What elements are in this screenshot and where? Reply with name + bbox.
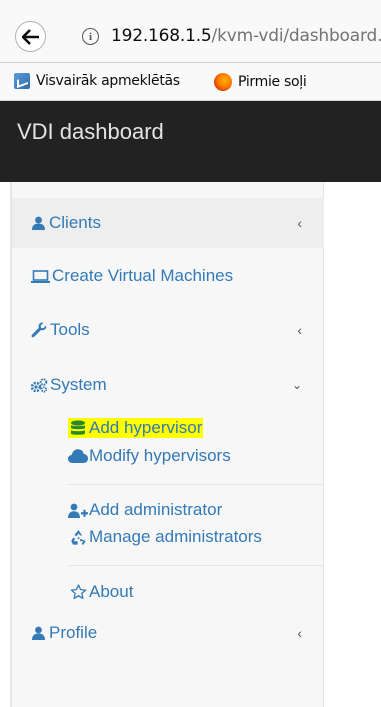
wrench-icon bbox=[30, 322, 48, 338]
chevron-left-icon: ‹ bbox=[297, 322, 302, 338]
submenu-divider bbox=[68, 484, 324, 485]
sidebar-item-system[interactable]: System ⌄ bbox=[12, 363, 324, 407]
browser-toolbar: i 192.168.1.5/kvm-vdi/dashboard. bbox=[0, 0, 381, 62]
chevron-left-icon: ‹ bbox=[297, 215, 302, 231]
bookmark-getting-started[interactable]: Pirmie soļi bbox=[214, 73, 307, 91]
submenu-item-label: Modify hypervisors bbox=[89, 446, 231, 465]
url-path: /kvm-vdi/dashboard. bbox=[211, 26, 381, 46]
firefox-icon bbox=[214, 73, 232, 91]
submenu-item-label: Manage administrators bbox=[89, 527, 262, 546]
sidebar: Clients ‹ Create Virtual Machines Tools … bbox=[12, 182, 324, 707]
submenu-divider bbox=[68, 565, 324, 566]
user-plus-icon bbox=[68, 503, 88, 518]
sidebar-item-label: Tools bbox=[50, 320, 90, 339]
user-icon bbox=[29, 216, 47, 230]
sidebar-item-label: Create Virtual Machines bbox=[52, 266, 234, 285]
site-info-icon[interactable]: i bbox=[82, 28, 99, 45]
user-icon bbox=[29, 626, 47, 640]
submenu-item-add-hypervisor[interactable]: Add hypervisor bbox=[68, 416, 204, 440]
sidebar-item-tools[interactable]: Tools ‹ bbox=[12, 308, 324, 352]
submenu-item-about[interactable]: About bbox=[68, 580, 133, 604]
bookmark-label: Pirmie soļi bbox=[238, 74, 307, 90]
most-visited-icon bbox=[14, 73, 30, 89]
sidebar-item-create-vm[interactable]: Create Virtual Machines bbox=[12, 254, 324, 298]
submenu-item-manage-administrators[interactable]: Manage administrators bbox=[68, 525, 262, 549]
submenu-item-modify-hypervisors[interactable]: Modify hypervisors bbox=[68, 444, 231, 468]
submenu-item-label: Add administrator bbox=[89, 500, 223, 519]
sidebar-item-label: Profile bbox=[49, 623, 98, 642]
database-icon bbox=[68, 419, 88, 437]
submenu-item-label: Add hypervisor bbox=[89, 418, 203, 437]
url-host: 192.168.1.5 bbox=[111, 26, 212, 46]
app-header: VDI dashboard bbox=[0, 101, 381, 182]
laptop-icon bbox=[30, 269, 50, 283]
sidebar-item-label: System bbox=[50, 375, 107, 394]
submenu-item-label: About bbox=[89, 582, 134, 601]
star-icon bbox=[68, 584, 88, 600]
back-arrow-icon bbox=[21, 28, 39, 45]
cloud-icon bbox=[68, 449, 88, 463]
sidebar-item-clients[interactable]: Clients ‹ bbox=[12, 198, 324, 248]
highlight-marker: Add hypervisor bbox=[68, 418, 204, 438]
bookmark-most-visited[interactable]: Visvairāk apmeklētās bbox=[14, 73, 180, 89]
chevron-down-icon: ⌄ bbox=[291, 378, 302, 392]
page-title[interactable]: VDI dashboard bbox=[17, 119, 164, 145]
sidebar-item-label: Clients bbox=[49, 213, 101, 232]
sidebar-item-profile[interactable]: Profile ‹ bbox=[12, 613, 324, 653]
chevron-left-icon: ‹ bbox=[297, 625, 302, 641]
recycle-icon bbox=[68, 529, 88, 546]
bookmarks-bar: Visvairāk apmeklētās Pirmie soļi bbox=[0, 63, 381, 100]
bookmark-label: Visvairāk apmeklētās bbox=[36, 73, 180, 89]
submenu-item-add-administrator[interactable]: Add administrator bbox=[68, 498, 222, 522]
url-field[interactable]: 192.168.1.5/kvm-vdi/dashboard. bbox=[111, 26, 381, 46]
back-button[interactable] bbox=[15, 21, 46, 52]
cogs-icon bbox=[30, 377, 48, 393]
